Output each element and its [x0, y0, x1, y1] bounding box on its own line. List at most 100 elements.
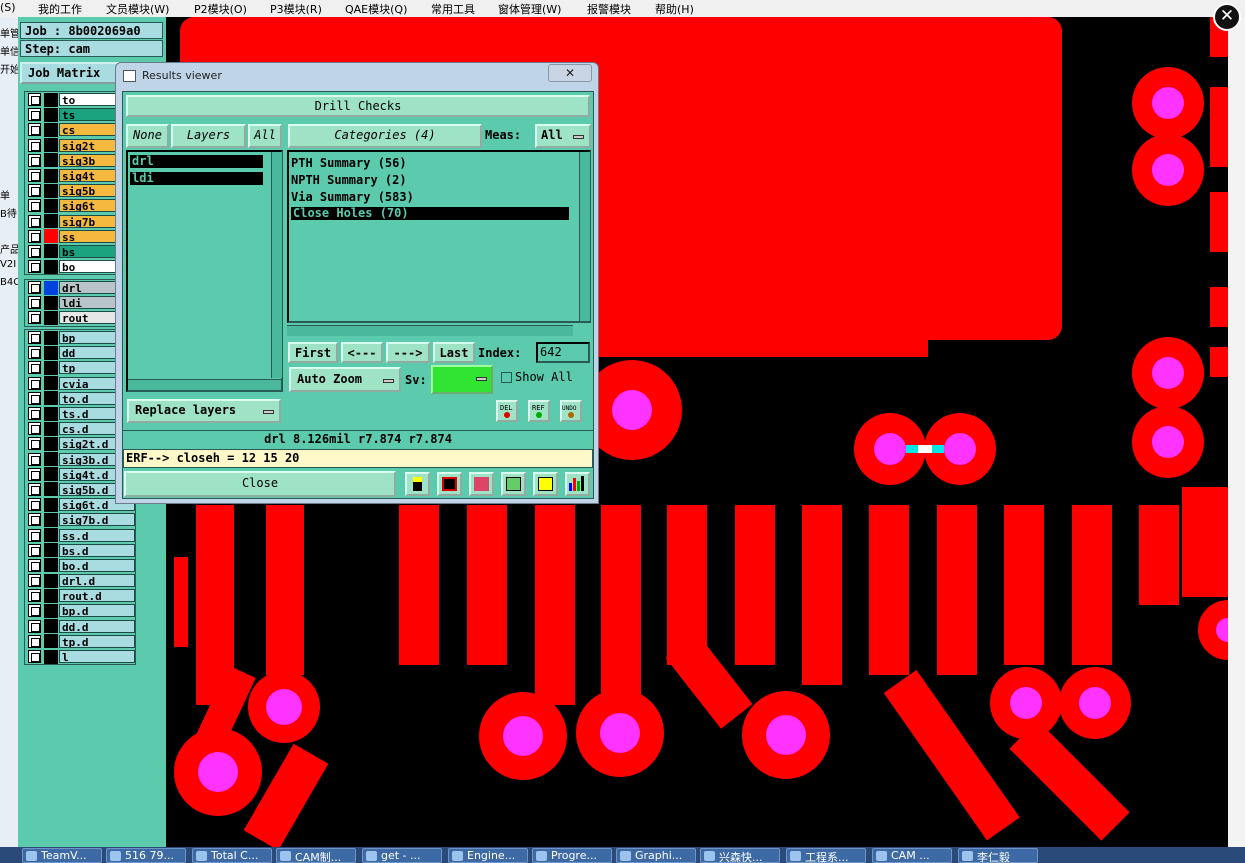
layer-checkbox[interactable]: [28, 650, 41, 664]
menu-item[interactable]: (S): [0, 1, 16, 14]
menu-item[interactable]: 我的工作: [38, 1, 82, 17]
job-matrix-button[interactable]: Job Matrix: [20, 62, 120, 84]
layer-row[interactable]: bp.d: [25, 603, 135, 618]
layer-row[interactable]: l: [25, 649, 135, 664]
layer-row[interactable]: tp.d: [25, 634, 135, 649]
menu-item[interactable]: P3模块(R): [270, 1, 322, 17]
menu-item[interactable]: P2模块(O): [194, 1, 247, 17]
layer-checkbox[interactable]: [28, 153, 41, 167]
taskbar-item[interactable]: Engine...: [448, 848, 528, 863]
app-close-icon[interactable]: ✕: [1213, 3, 1241, 31]
first-button[interactable]: First: [288, 342, 338, 363]
layer-row[interactable]: bo.d: [25, 558, 135, 573]
layer-checkbox[interactable]: [28, 513, 41, 527]
categories-listbox[interactable]: PTH Summary (56) NPTH Summary (2) Via Summ…: [287, 150, 591, 323]
layer-checkbox[interactable]: [28, 361, 41, 375]
layer-row[interactable]: drl.d: [25, 573, 135, 588]
next-button[interactable]: --->: [386, 342, 430, 363]
categories-hscroll[interactable]: [287, 325, 573, 336]
layers-hscroll[interactable]: [128, 379, 281, 390]
layer-checkbox[interactable]: [28, 589, 41, 603]
layer-checkbox[interactable]: [28, 93, 41, 107]
layer-checkbox[interactable]: [28, 528, 41, 542]
show-all-checkbox[interactable]: [501, 372, 512, 383]
meas-dropdown[interactable]: All: [535, 124, 591, 148]
histogram-icon[interactable]: [565, 472, 590, 496]
layer-checkbox[interactable]: [28, 296, 41, 310]
layer-row[interactable]: rout.d: [25, 588, 135, 603]
layer-checkbox[interactable]: [28, 604, 41, 618]
layer-checkbox[interactable]: [28, 214, 41, 228]
taskbar-item[interactable]: CAM制...: [276, 848, 356, 863]
layers-button[interactable]: Layers: [171, 124, 246, 148]
category-item[interactable]: NPTH Summary (2): [291, 173, 407, 188]
layer-checkbox[interactable]: [28, 376, 41, 390]
layer-checkbox[interactable]: [28, 311, 41, 325]
dialog-titlebar[interactable]: Results viewer: [116, 63, 598, 89]
taskbar-item[interactable]: 兴森快...: [700, 848, 780, 863]
category-item[interactable]: PTH Summary (56): [291, 156, 407, 171]
layer-row[interactable]: bs.d: [25, 543, 135, 558]
layer-list-item[interactable]: ldi: [130, 172, 263, 185]
taskbar-item[interactable]: CAM ...: [872, 848, 952, 863]
taskbar-item[interactable]: Graphi...: [616, 848, 696, 863]
undo-icon[interactable]: UNDO: [560, 400, 582, 422]
numbers-icon[interactable]: [501, 472, 526, 496]
menu-item[interactable]: 文员模块(W): [106, 1, 169, 17]
layer-checkbox[interactable]: [28, 437, 41, 451]
layer-checkbox[interactable]: [28, 199, 41, 213]
layer-checkbox[interactable]: [28, 331, 41, 345]
taskbar-item[interactable]: Total C...: [192, 848, 272, 863]
category-item[interactable]: Close Holes (70): [291, 207, 569, 220]
sv-color-dropdown[interactable]: [431, 365, 493, 394]
clear-icon[interactable]: [469, 472, 494, 496]
auto-zoom-dropdown[interactable]: Auto Zoom: [289, 367, 401, 392]
taskbar-item[interactable]: get - ...: [362, 848, 442, 863]
layer-checkbox[interactable]: [28, 281, 41, 295]
categories-button[interactable]: Categories (4): [288, 124, 482, 148]
prev-button[interactable]: <---: [341, 342, 383, 363]
all-button[interactable]: All: [248, 124, 282, 148]
layer-checkbox[interactable]: [28, 391, 41, 405]
layer-row[interactable]: dd.d: [25, 619, 135, 634]
layer-checkbox[interactable]: [28, 229, 41, 243]
taskbar-item[interactable]: Progre...: [532, 848, 612, 863]
taskbar-item[interactable]: 李仁毅: [958, 848, 1038, 863]
layer-checkbox[interactable]: [28, 108, 41, 122]
layers-vscroll[interactable]: [271, 152, 282, 378]
layer-checkbox[interactable]: [28, 634, 41, 648]
layer-checkbox[interactable]: [28, 543, 41, 557]
menu-item[interactable]: QAE模块(Q): [345, 1, 407, 17]
display-icon[interactable]: [437, 472, 462, 496]
layer-checkbox[interactable]: [28, 452, 41, 466]
layer-checkbox[interactable]: [28, 123, 41, 137]
menu-item[interactable]: 报警模块: [587, 1, 631, 17]
close-button[interactable]: Close: [124, 471, 396, 497]
layer-row[interactable]: ss.d: [25, 527, 135, 543]
layer-checkbox[interactable]: [28, 619, 41, 633]
layer-list-item[interactable]: drl: [130, 155, 263, 168]
layer-checkbox[interactable]: [28, 260, 41, 274]
layer-checkbox[interactable]: [28, 498, 41, 512]
layer-checkbox[interactable]: [28, 184, 41, 198]
taskbar-item[interactable]: TeamV...: [22, 848, 102, 863]
layer-checkbox[interactable]: [28, 407, 41, 421]
layer-checkbox[interactable]: [28, 138, 41, 152]
layer-checkbox[interactable]: [28, 574, 41, 588]
layer-checkbox[interactable]: [28, 244, 41, 258]
highlight-icon[interactable]: [405, 472, 430, 496]
menu-item[interactable]: 帮助(H): [655, 1, 694, 17]
layers-listbox[interactable]: drl ldi: [126, 150, 283, 392]
refresh-icon[interactable]: REF: [528, 400, 550, 422]
layer-row[interactable]: sig7b.d: [25, 512, 135, 527]
menu-item[interactable]: 窗体管理(W): [498, 1, 561, 17]
layer-checkbox[interactable]: [28, 169, 41, 183]
none-button[interactable]: None: [126, 124, 169, 148]
layer-checkbox[interactable]: [28, 558, 41, 572]
report-icon[interactable]: [533, 472, 558, 496]
category-item[interactable]: Via Summary (583): [291, 190, 414, 205]
layer-checkbox[interactable]: [28, 346, 41, 360]
last-button[interactable]: Last: [433, 342, 475, 363]
layer-checkbox[interactable]: [28, 422, 41, 436]
menu-item[interactable]: 常用工具: [431, 1, 475, 17]
